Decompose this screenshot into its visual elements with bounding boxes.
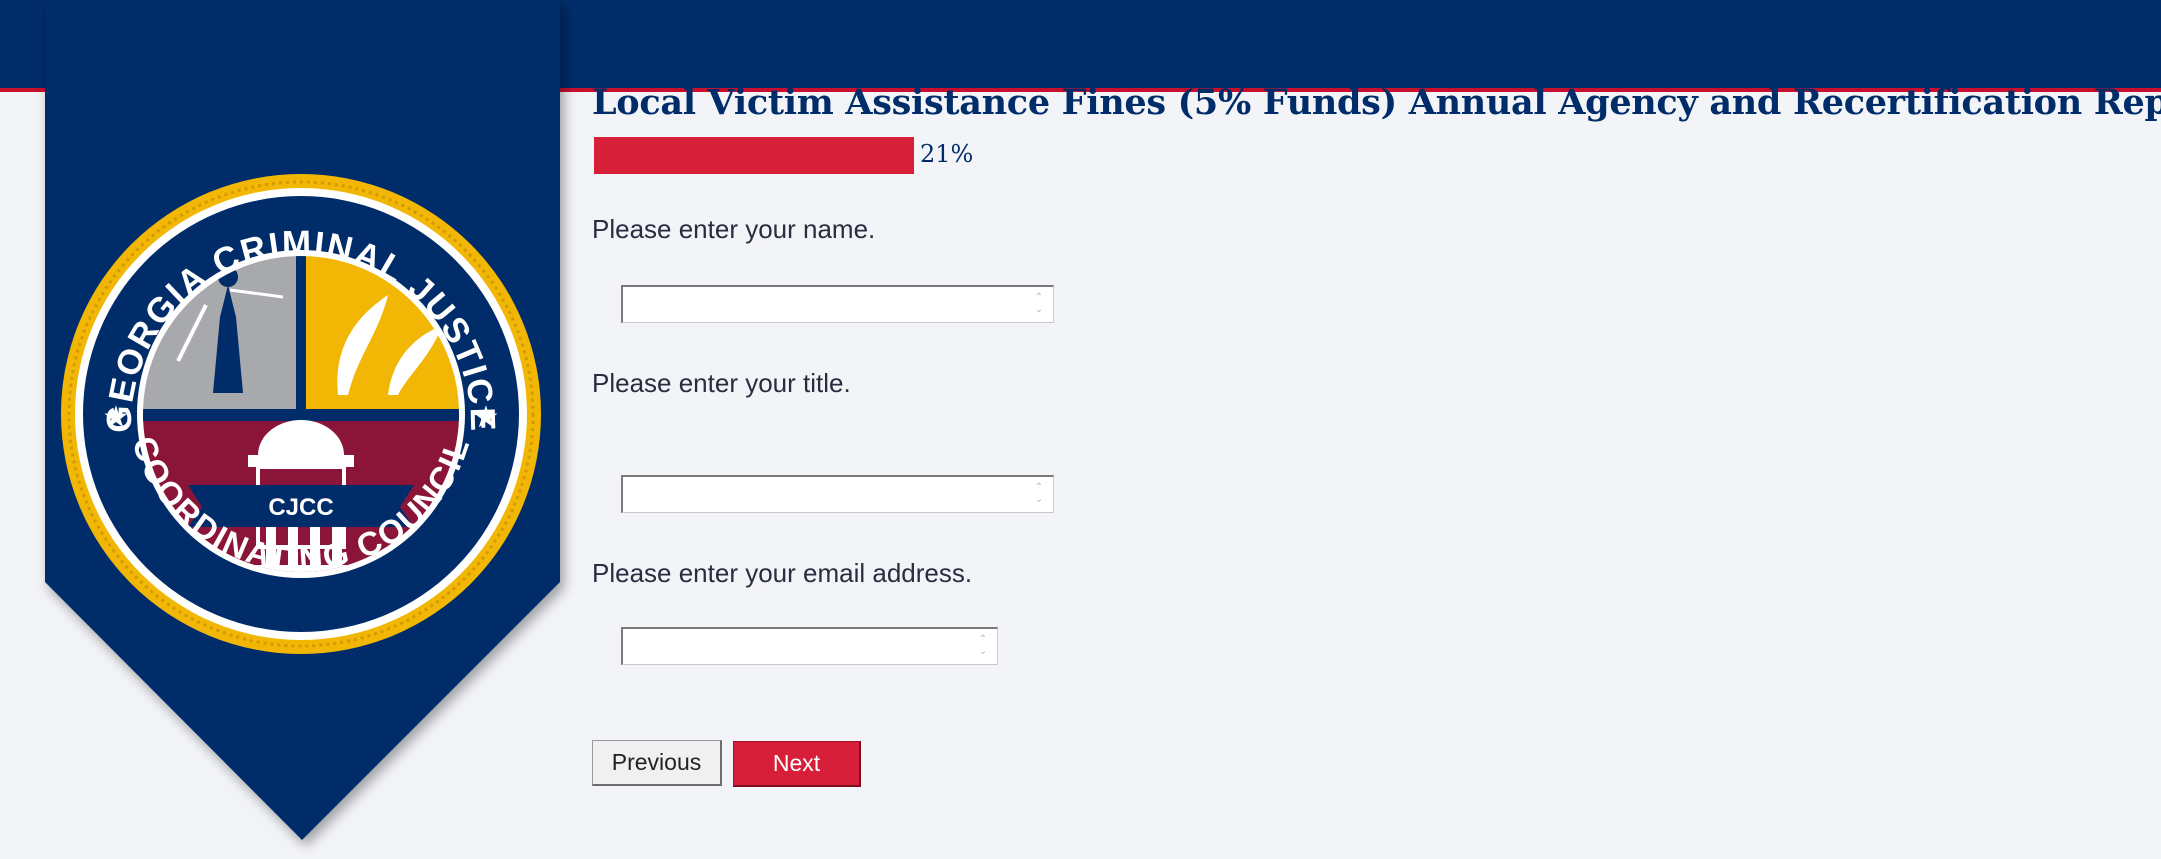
seal-cjcc-text: CJCC (268, 494, 333, 521)
progress-bar (594, 137, 914, 174)
title-input[interactable] (623, 477, 1023, 512)
title-question-label: Please enter your title. (592, 368, 851, 398)
email-field[interactable]: ⌃ ⌄ (621, 627, 998, 665)
survey-title: Local Victim Assistance Fines (5% Funds)… (592, 82, 2161, 123)
email-input[interactable] (623, 629, 967, 664)
name-question-label: Please enter your name. (592, 214, 876, 244)
spinner-arrows-icon[interactable]: ⌃ ⌄ (1029, 480, 1049, 508)
title-field[interactable]: ⌃ ⌄ (621, 475, 1054, 513)
previous-button[interactable]: Previous (592, 740, 722, 786)
spinner-arrows-icon[interactable]: ⌃ ⌄ (1029, 290, 1049, 318)
seal-star-icon: ★ (473, 400, 500, 435)
spinner-arrows-icon[interactable]: ⌃ ⌄ (973, 632, 993, 660)
email-question-label: Please enter your email address. (592, 558, 973, 588)
seal-star-icon: ★ (103, 400, 130, 435)
progress-label: 21% (920, 140, 974, 168)
name-field[interactable]: ⌃ ⌄ (621, 285, 1054, 323)
next-button[interactable]: Next (733, 741, 861, 787)
name-input[interactable] (623, 287, 1023, 322)
progress-bar-fill (594, 137, 914, 174)
agency-seal-logo: CJCC GEORGIA CRIMINAL JUSTICE COORDINATI… (61, 174, 541, 654)
